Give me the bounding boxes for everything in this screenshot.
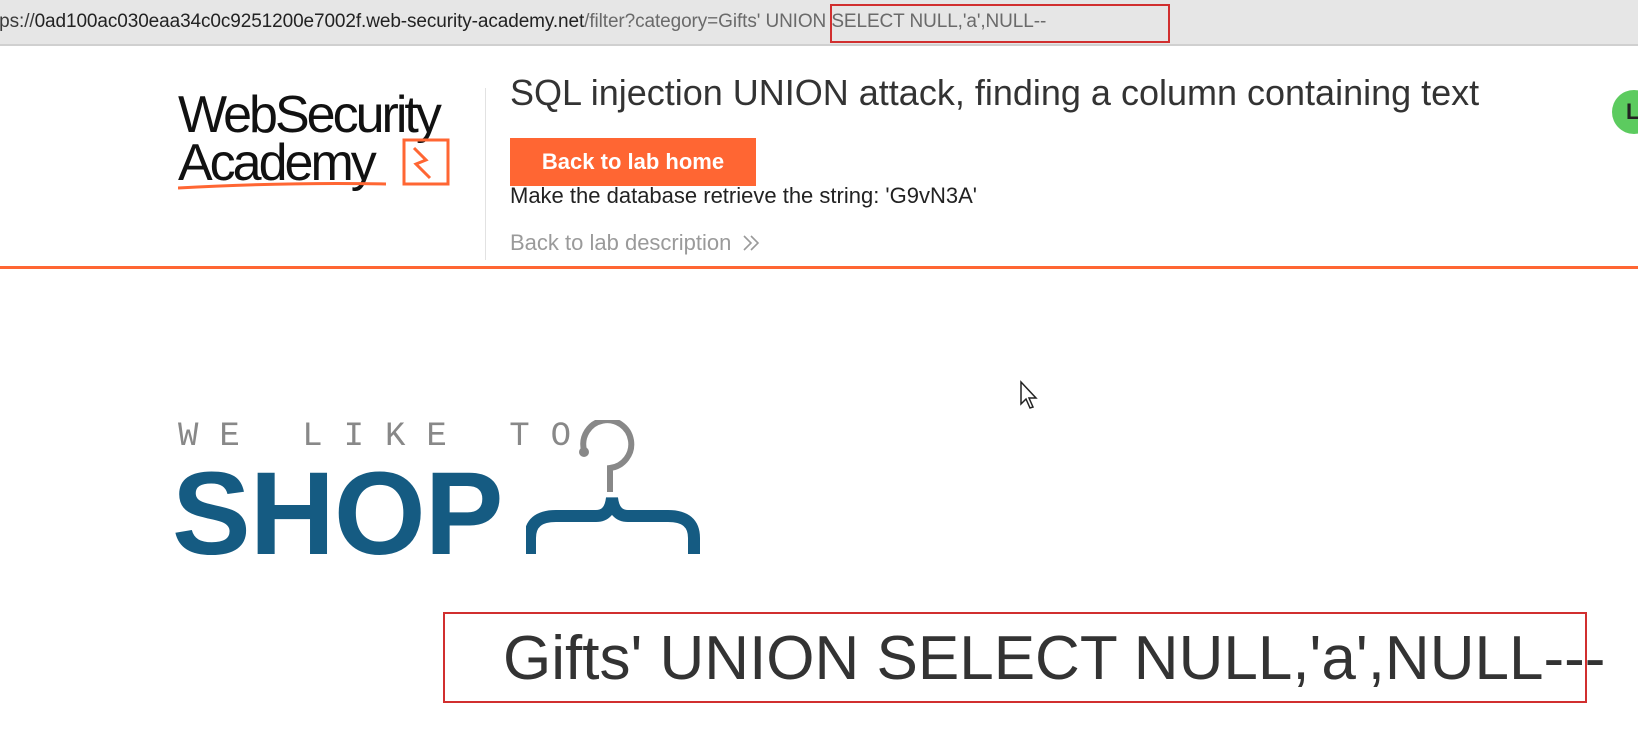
header-divider	[485, 88, 486, 260]
lab-title: SQL injection UNION attack, finding a co…	[510, 72, 1480, 113]
url-scheme: tps://	[0, 11, 35, 32]
logo-bracket-icon	[402, 138, 450, 186]
lab-instruction: Make the database retrieve the string: '…	[510, 183, 977, 208]
double-chevron-right-icon	[743, 235, 760, 251]
url-host: 0ad100ac030eaa34c0c9251200e7002f.web-sec…	[34, 11, 585, 32]
web-security-academy-logo[interactable]: WebSecurity Academy	[178, 84, 496, 194]
back-to-lab-description-link[interactable]: Back to lab description	[510, 230, 761, 256]
back-to-lab-home-button[interactable]: Back to lab home	[510, 138, 756, 186]
category-result-heading: Gifts' UNION SELECT NULL,'a',NULL---	[503, 624, 1606, 693]
header-separator	[0, 266, 1638, 269]
address-bar[interactable]: tps://0ad100ac030eaa34c0c9251200e7002f.w…	[0, 0, 1638, 46]
hanger-icon	[526, 420, 700, 554]
shop-brand-word: SHOP	[172, 448, 503, 580]
back-to-lab-description-label: Back to lab description	[510, 230, 732, 255]
url-injection-highlight	[830, 4, 1170, 43]
mouse-cursor-icon	[1020, 380, 1038, 409]
user-avatar[interactable]: L	[1612, 90, 1638, 134]
